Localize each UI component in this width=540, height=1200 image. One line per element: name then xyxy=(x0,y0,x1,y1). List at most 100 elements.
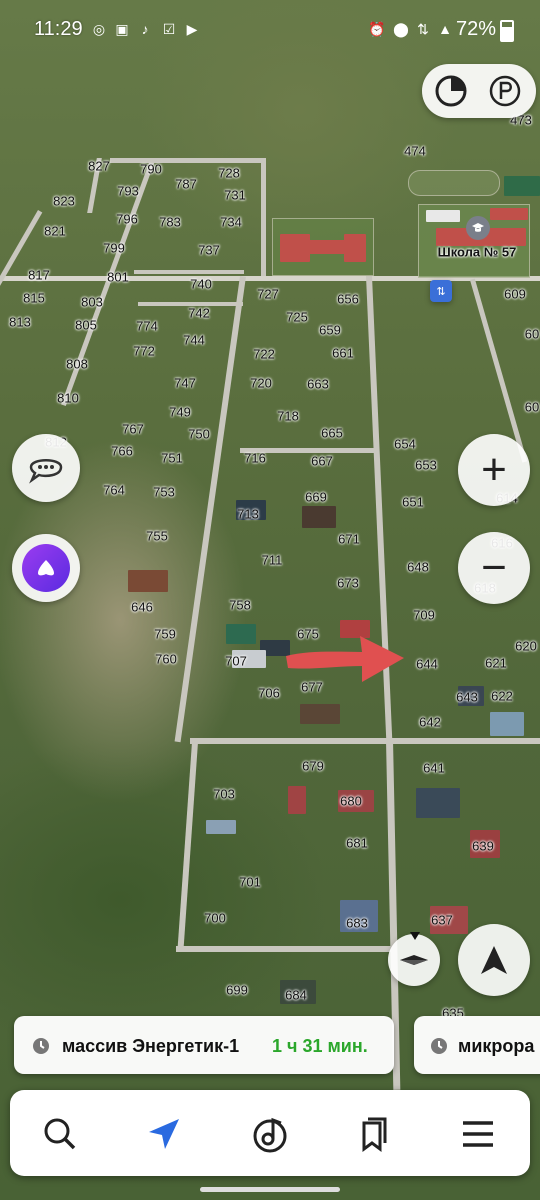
house-number-label: 639 xyxy=(472,838,494,854)
house-number-label: 711 xyxy=(261,552,283,568)
clock-icon xyxy=(431,1038,447,1054)
house-number-label: 675 xyxy=(297,626,319,642)
house-number-label: 722 xyxy=(253,346,275,362)
house-number-label: 641 xyxy=(423,760,445,776)
alarm-icon: ⏰ xyxy=(368,21,386,37)
top-right-controls xyxy=(422,64,536,118)
school-poi-icon[interactable] xyxy=(466,216,490,240)
house-number-label: 703 xyxy=(213,786,235,802)
stadium xyxy=(408,170,500,196)
alice-assistant-button[interactable] xyxy=(12,534,80,602)
house-number-label: 700 xyxy=(204,910,226,926)
house-number-label: 758 xyxy=(229,597,251,613)
house-number-label: 783 xyxy=(159,214,181,230)
route-chip-1[interactable]: массив Энергетик-1 1 ч 31 мин. xyxy=(14,1016,394,1074)
check-box-icon: ☑ xyxy=(162,21,176,37)
bookmarks-button[interactable] xyxy=(352,1112,396,1156)
house-number-label: 749 xyxy=(169,404,191,420)
house xyxy=(416,788,460,818)
house-number-label: 718 xyxy=(277,408,299,424)
house-number-label: 620 xyxy=(515,638,537,654)
road xyxy=(176,946,396,952)
house-number-label: 707 xyxy=(225,653,247,669)
instagram-icon: ▣ xyxy=(115,21,129,37)
house-number-label: 755 xyxy=(146,528,168,544)
route-destination: массив Энергетик-1 xyxy=(62,1036,240,1056)
house-number-label: 663 xyxy=(307,376,329,392)
house-number-label: 759 xyxy=(154,626,176,642)
zoom-in-button[interactable]: + xyxy=(458,434,530,506)
school-label[interactable]: Школа № 57 xyxy=(438,245,517,260)
house xyxy=(226,624,256,644)
house xyxy=(300,704,340,724)
layers-button[interactable] xyxy=(428,68,474,114)
building xyxy=(306,240,346,254)
search-button[interactable] xyxy=(38,1112,82,1156)
house-number-label: 801 xyxy=(107,269,129,285)
house-number-label: 772 xyxy=(133,343,155,359)
bookmarks-icon xyxy=(362,1117,387,1152)
house xyxy=(206,820,236,834)
route-chip-2[interactable]: микрора xyxy=(414,1016,540,1074)
house-number-label: 753 xyxy=(153,484,175,500)
compass-button[interactable] xyxy=(388,932,440,986)
house-number-label: 727 xyxy=(257,286,279,302)
house-number-label: 659 xyxy=(319,322,341,338)
house-number-label: 60 xyxy=(524,399,540,415)
navigation-button[interactable] xyxy=(142,1112,186,1156)
house-number-label: 815 xyxy=(23,290,45,306)
house-number-label: 790 xyxy=(140,161,162,177)
layers-icon xyxy=(435,75,467,107)
house-number-label: 720 xyxy=(250,375,272,391)
tiktok-icon: ♪ xyxy=(141,21,149,37)
house-number-label: 793 xyxy=(117,183,139,199)
house-number-label: 787 xyxy=(175,176,197,192)
house-number-label: 60 xyxy=(524,326,540,342)
chat-button[interactable] xyxy=(12,434,80,502)
house-number-label: 653 xyxy=(415,457,437,473)
route-eta: 1 ч 31 мин. xyxy=(272,1036,368,1056)
house-number-label: 643 xyxy=(456,689,478,705)
my-location-button[interactable] xyxy=(458,924,530,996)
house-number-label: 821 xyxy=(44,223,66,239)
house-number-label: 671 xyxy=(338,531,360,547)
bottom-navigation xyxy=(10,1090,530,1176)
house-number-label: 654 xyxy=(394,436,416,452)
music-button[interactable] xyxy=(248,1112,292,1156)
house-number-label: 637 xyxy=(431,912,453,928)
house-number-label: 737 xyxy=(198,242,220,258)
menu-button[interactable] xyxy=(456,1112,500,1156)
navigate-icon xyxy=(149,1119,179,1149)
house-number-label: 669 xyxy=(305,489,327,505)
house-number-label: 808 xyxy=(66,356,88,372)
sports-field xyxy=(504,176,540,196)
route-destination: микрора xyxy=(458,1036,535,1056)
road xyxy=(110,158,265,163)
navigation-arrow-icon xyxy=(481,946,507,974)
building xyxy=(490,208,528,220)
house-number-label: 706 xyxy=(258,685,280,701)
house-number-label: 742 xyxy=(188,305,210,321)
road xyxy=(261,158,266,278)
house-number-label: 684 xyxy=(285,987,307,1003)
minus-icon: − xyxy=(481,543,507,592)
zoom-out-button[interactable]: − xyxy=(458,532,530,604)
house-number-label: 699 xyxy=(226,982,248,998)
north-indicator xyxy=(410,932,420,940)
bus-stop-icon[interactable]: ⇅ xyxy=(430,280,452,302)
house-number-label: 803 xyxy=(81,294,103,310)
road xyxy=(0,210,43,412)
arrow-shape xyxy=(286,636,404,682)
house-number-label: 673 xyxy=(337,575,359,591)
house-number-label: 680 xyxy=(340,793,362,809)
wifi-icon: ⇅ xyxy=(417,21,429,37)
house-number-label: 642 xyxy=(419,714,441,730)
house-number-label: 648 xyxy=(407,559,429,575)
parking-button[interactable] xyxy=(482,68,528,114)
house-number-label: 651 xyxy=(402,494,424,510)
house xyxy=(288,786,306,814)
house-number-label: 713 xyxy=(237,506,259,522)
house-number-label: 716 xyxy=(244,450,266,466)
house-number-label: 681 xyxy=(346,835,368,851)
search-icon xyxy=(44,1118,76,1150)
